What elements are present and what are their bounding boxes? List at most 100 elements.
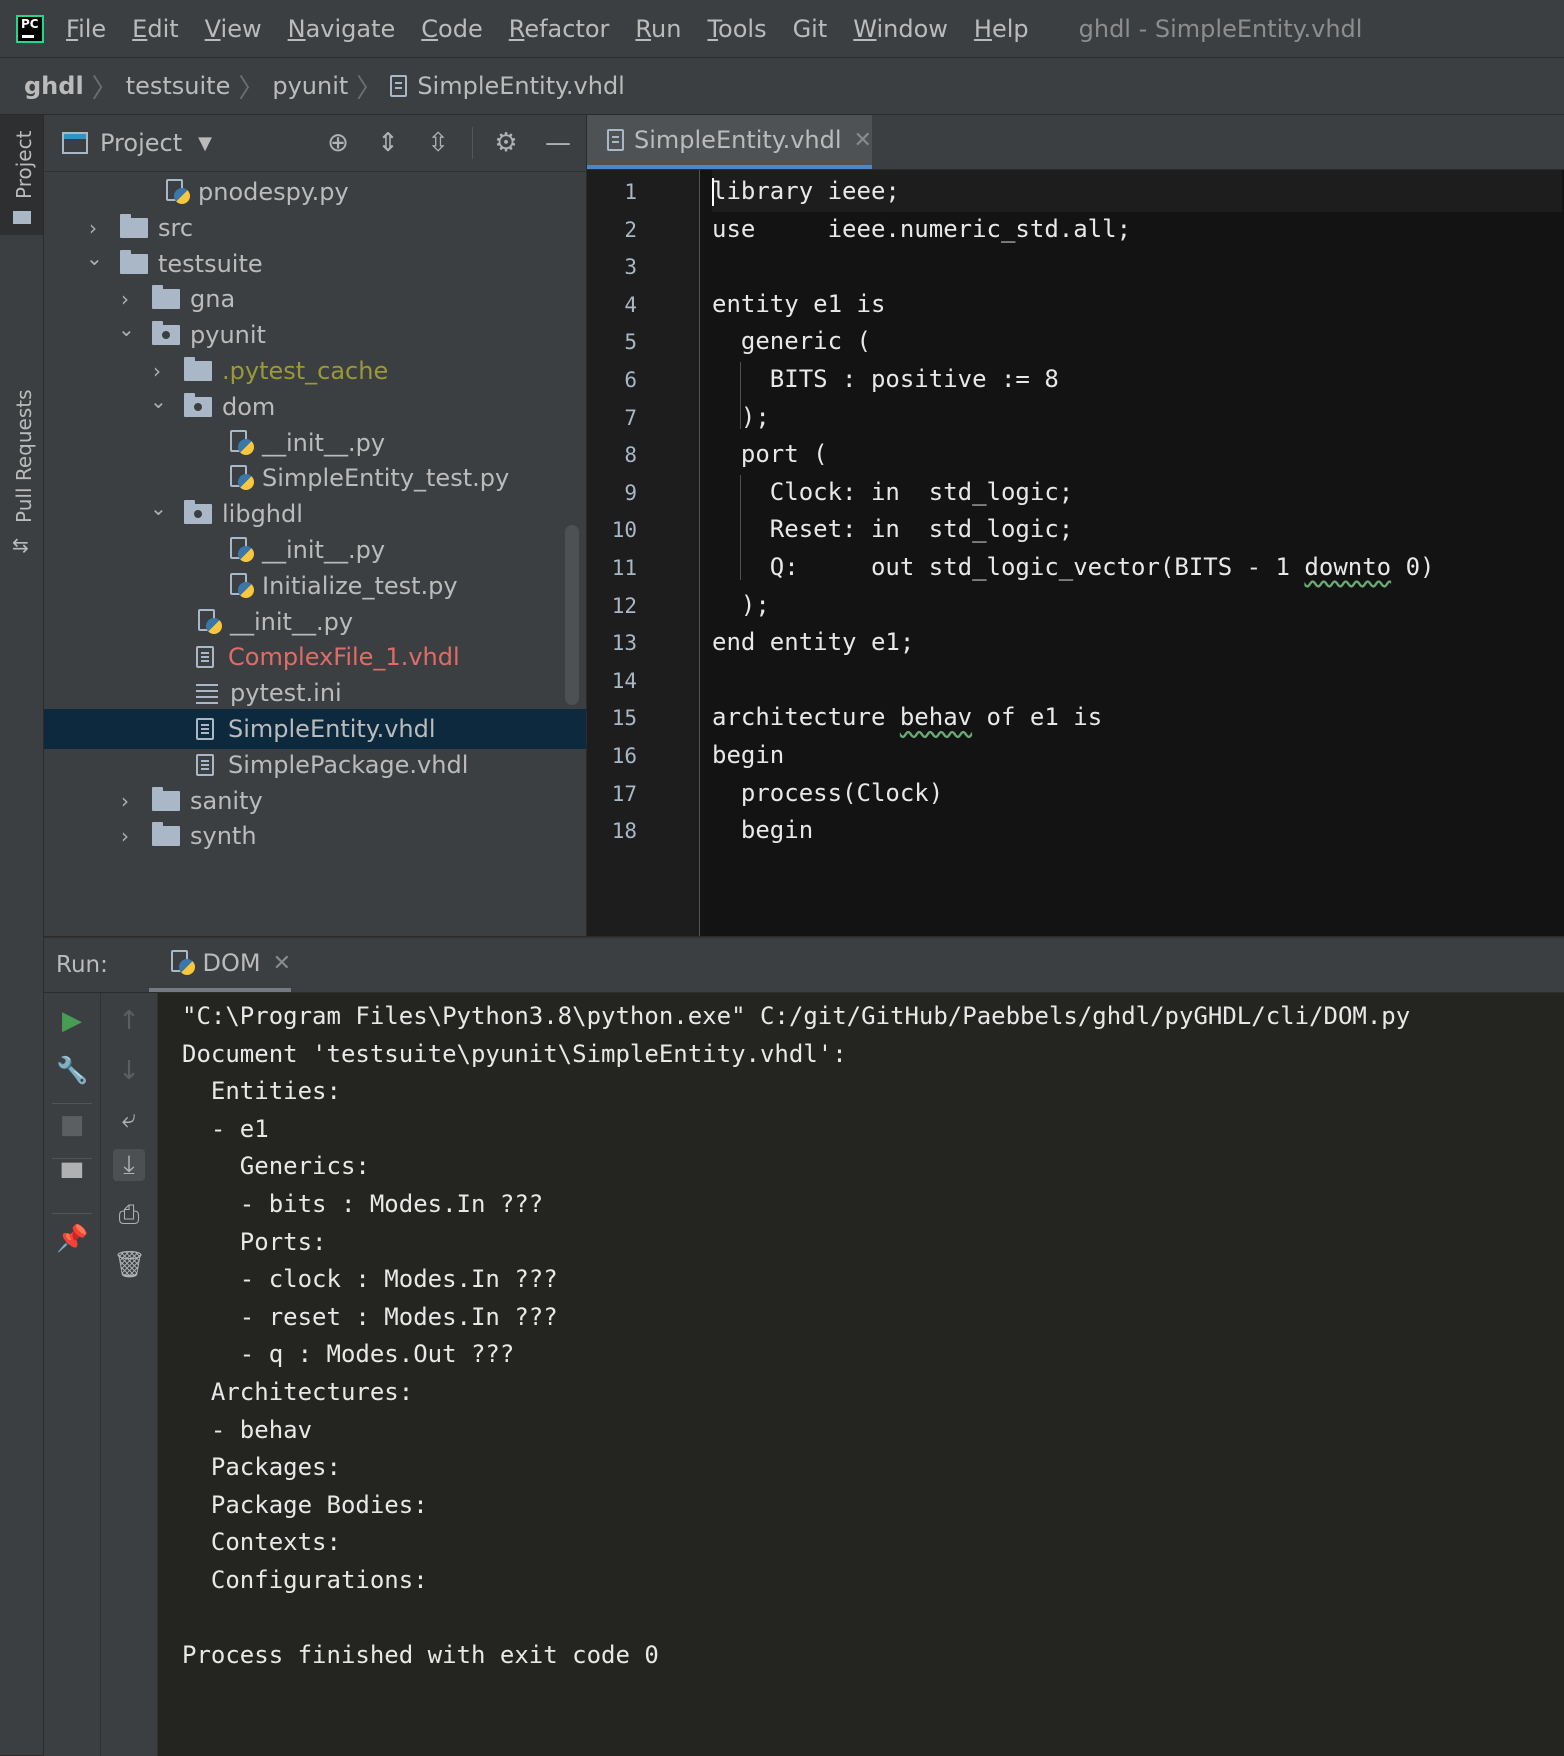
tree-item-label: pnodespy.py (198, 178, 349, 206)
line-number: 12 (611, 593, 637, 618)
tree-scrollbar[interactable] (565, 525, 579, 705)
run-tab-dom[interactable]: DOM ✕ (149, 938, 291, 992)
stop-icon[interactable]: ■ (56, 1109, 88, 1141)
arrow-up-icon[interactable]: ↑ (113, 1005, 145, 1037)
run-toolbar-secondary: ↑ ↓ ⤶ ⤓ ⎙ 🗑 (101, 993, 158, 1756)
line-number: 11 (611, 556, 637, 580)
menu-item-help[interactable]: Help (974, 15, 1029, 43)
breadcrumb-item-file[interactable]: SimpleEntity.vhdl (390, 72, 625, 100)
print-icon[interactable]: ⎙ (113, 1199, 145, 1231)
python-icon (169, 950, 196, 976)
breadcrumb-item-ghdl[interactable]: ghdl (24, 72, 84, 100)
line-number: 2 (624, 217, 637, 242)
project-view-selector[interactable]: Project ▼ (62, 129, 212, 157)
console-output[interactable]: "C:\Program Files\Python3.8\python.exe" … (158, 993, 1564, 1756)
breadcrumb-separator-icon: 〉 (91, 73, 118, 104)
console-line: Packages: (182, 1453, 341, 1482)
menu-item-edit[interactable]: Edit (132, 15, 178, 43)
code-line: BITS : positive := 8 (712, 365, 1059, 393)
wrench-icon[interactable]: 🔧 (56, 1055, 88, 1087)
tree-item[interactable]: SimpleEntity.vhdl (44, 709, 586, 749)
tree-item[interactable]: ⌄ libghdl (44, 494, 586, 534)
collapse-all-icon[interactable]: ⇳ (422, 127, 454, 159)
tree-item[interactable]: pnodespy.py (44, 172, 586, 212)
chevron-down-icon[interactable]: ⌄ (150, 389, 167, 413)
line-number-gutter: 1 2 3 4 5 6 7 8 9 10 11 12 13 14 15 16 17 18 (587, 170, 700, 936)
breadcrumb-item-testsuite[interactable]: testsuite (126, 72, 231, 100)
chevron-down-icon[interactable]: ⌄ (86, 246, 103, 270)
scroll-to-end-icon[interactable]: ⤓ (113, 1149, 145, 1181)
python-file-icon (164, 179, 190, 205)
tree-item[interactable]: __init__.py (44, 530, 586, 570)
indent-guide (740, 362, 741, 430)
package-folder-icon (184, 392, 212, 417)
menu-mnemonic: T (707, 14, 719, 43)
toolbar-separator (52, 1103, 92, 1104)
tree-item[interactable]: pytest.ini (44, 673, 586, 713)
tree-item-label: sanity (190, 786, 263, 815)
close-icon[interactable]: ✕ (854, 128, 872, 153)
console-line: - e1 (182, 1114, 269, 1143)
chevron-down-icon: ▼ (198, 132, 212, 154)
menu-item-window[interactable]: Window (853, 15, 948, 43)
tree-item[interactable]: SimpleEntity_test.py (44, 458, 586, 498)
tree-item[interactable]: __init__.py (44, 423, 586, 463)
tree-item[interactable]: __init__.py (44, 602, 586, 642)
tree-item[interactable]: › synth (44, 816, 586, 856)
editor-tab-simpleentity[interactable]: SimpleEntity.vhdl ✕ (587, 115, 872, 169)
trash-icon[interactable]: 🗑 (113, 1249, 146, 1281)
tree-item[interactable]: › gna (44, 279, 586, 319)
rerun-icon[interactable]: ▶ (56, 1005, 88, 1037)
locate-file-icon[interactable]: ⊕ (322, 127, 354, 159)
code-line: architecture behav of e1 is (712, 703, 1103, 732)
toolbar-separator (52, 1213, 92, 1214)
package-folder-icon (184, 500, 212, 525)
menu-item-tools[interactable]: Tools (707, 15, 766, 43)
chevron-down-icon[interactable]: ⌄ (150, 496, 167, 520)
tree-item-label: SimplePackage.vhdl (228, 750, 469, 779)
tree-item-label: ComplexFile_1.vhdl (228, 643, 460, 672)
close-icon[interactable]: ✕ (273, 951, 291, 976)
menu-item-run[interactable]: Run (635, 15, 681, 43)
chevron-right-icon[interactable]: › (86, 216, 100, 240)
tree-item[interactable]: › .pytest_cache (44, 351, 586, 391)
arrow-down-icon[interactable]: ↓ (113, 1055, 145, 1087)
soft-wrap-icon[interactable]: ⤶ (113, 1103, 145, 1135)
menu-items: File Edit View Navigate Code Refactor Run Tools… (66, 15, 1055, 43)
chevron-right-icon[interactable]: › (118, 287, 132, 311)
hide-panel-icon[interactable]: — (542, 127, 574, 159)
tree-item[interactable]: ⌄ dom (44, 387, 586, 427)
tree-item-label: Initialize_test.py (262, 571, 458, 600)
folder-icon (13, 211, 31, 224)
tree-item[interactable]: ⌄ testsuite (44, 244, 586, 284)
editor-tab-bar: SimpleEntity.vhdl ✕ (587, 115, 1564, 170)
menu-item-view[interactable]: View (205, 15, 262, 43)
code-area[interactable]: library ieee; use ieee.numeric_std.all; en… (712, 170, 1562, 936)
tree-item[interactable]: ⌄ pyunit (44, 315, 586, 355)
breadcrumb-item-pyunit[interactable]: pyunit (272, 72, 348, 100)
tab-project[interactable]: Project (0, 115, 43, 235)
tab-pull-requests-label: Pull Requests (12, 389, 36, 523)
tree-item[interactable]: › sanity (44, 781, 586, 821)
tab-pull-requests[interactable]: Pull Requests ⇆ (0, 275, 43, 565)
menu-item-refactor[interactable]: Refactor (509, 15, 610, 43)
menu-item-code[interactable]: Code (421, 15, 482, 43)
tree-item[interactable]: SimplePackage.vhdl (44, 745, 586, 785)
pin-icon[interactable]: 📌 (56, 1223, 88, 1255)
chevron-right-icon[interactable]: › (118, 824, 132, 848)
code-line: begin (712, 816, 814, 845)
menu-item-git[interactable]: Git (793, 15, 828, 43)
ini-file-icon (196, 682, 218, 704)
gear-icon[interactable]: ⚙ (490, 127, 522, 159)
chevron-right-icon[interactable]: › (118, 789, 132, 813)
layout-icon[interactable]: ▀ (56, 1163, 88, 1195)
tree-item[interactable]: › src (44, 208, 586, 248)
expand-all-icon[interactable]: ⇕ (372, 127, 404, 159)
tree-item[interactable]: Initialize_test.py (44, 566, 586, 606)
chevron-down-icon[interactable]: ⌄ (118, 317, 135, 341)
vhdl-file-icon (196, 753, 214, 776)
menu-item-navigate[interactable]: Navigate (288, 15, 396, 43)
menu-item-file[interactable]: File (66, 15, 106, 43)
tree-item[interactable]: ComplexFile_1.vhdl (44, 637, 586, 677)
chevron-right-icon[interactable]: › (150, 359, 164, 383)
